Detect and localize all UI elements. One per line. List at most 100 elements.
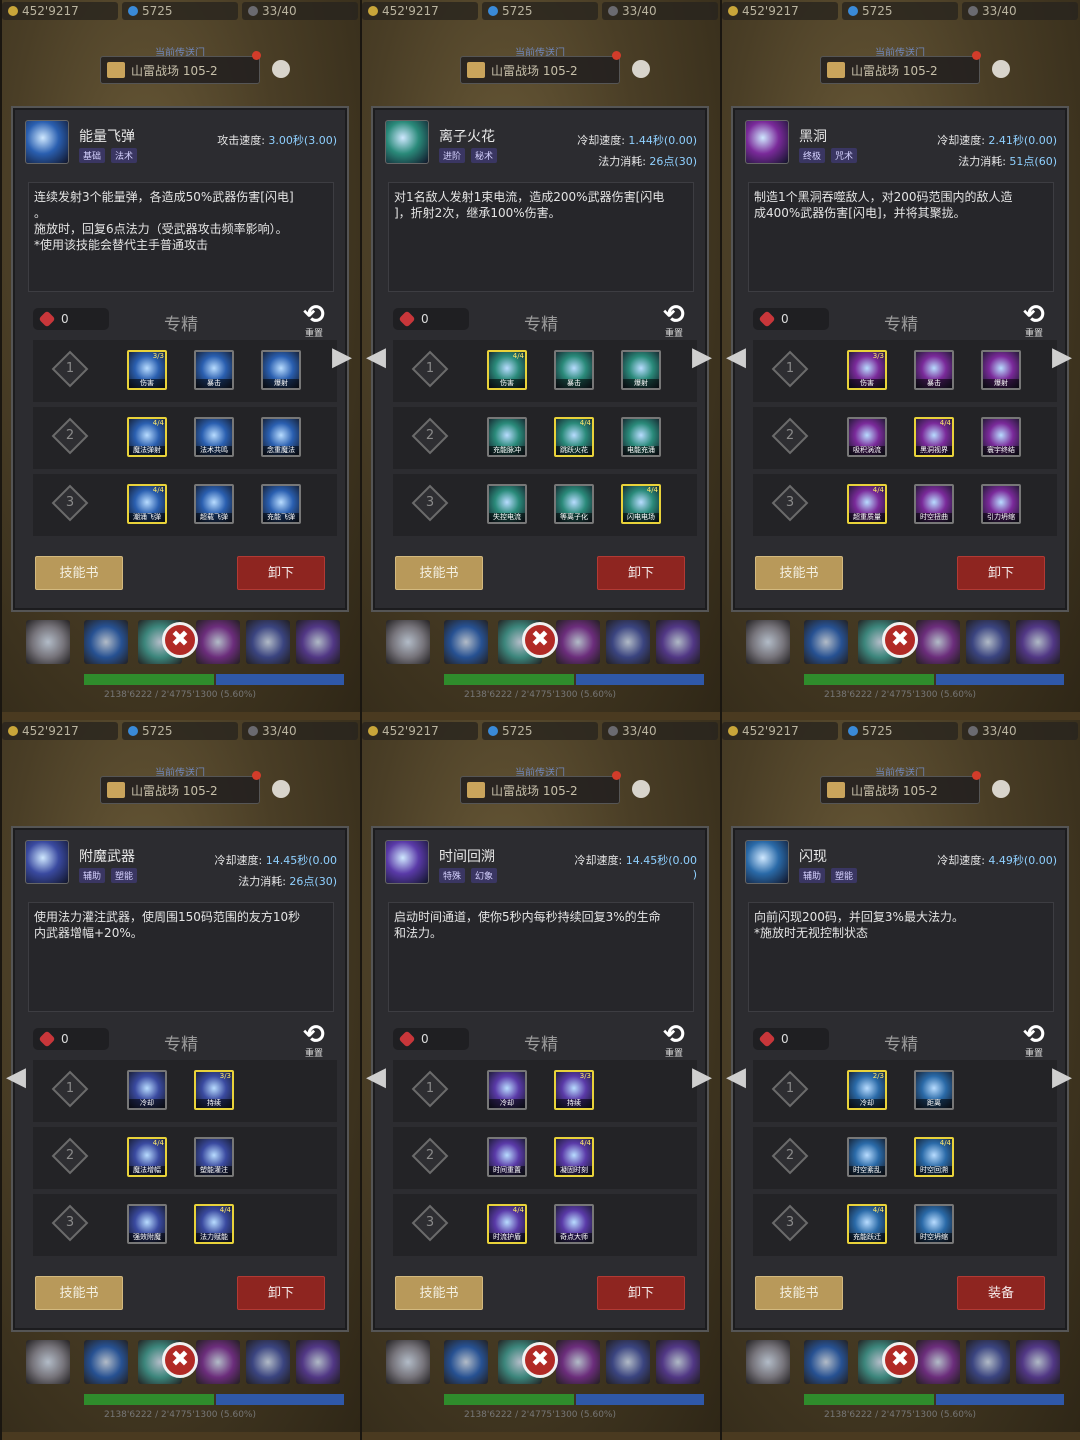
- talent-node[interactable]: 吸积涡流: [847, 417, 887, 457]
- next-skill-arrow-icon[interactable]: ▶: [692, 1062, 712, 1092]
- talent-node[interactable]: 充能飞弹: [261, 484, 301, 524]
- talent-node[interactable]: 充能脉冲: [487, 417, 527, 457]
- talent-node[interactable]: 引力坍缩: [981, 484, 1021, 524]
- skill-action-button[interactable]: 装备: [957, 1276, 1045, 1310]
- reset-button[interactable]: ⟲ 重置: [1019, 302, 1049, 339]
- talent-node[interactable]: 冷却: [487, 1070, 527, 1110]
- hotbar-skill-slot[interactable]: [386, 1340, 430, 1384]
- talent-node[interactable]: 电能充涌: [621, 417, 661, 457]
- talent-node[interactable]: 爆射: [621, 350, 661, 390]
- zone-indicator[interactable]: 当前传送门 山雷战场 105-2: [460, 764, 650, 808]
- reset-button[interactable]: ⟲ 重置: [299, 302, 329, 339]
- hotbar-skill-slot[interactable]: [916, 620, 960, 664]
- talent-node[interactable]: 失控电流: [487, 484, 527, 524]
- hotbar-skill-slot[interactable]: [444, 1340, 488, 1384]
- next-skill-arrow-icon[interactable]: ▶: [1052, 342, 1072, 372]
- zone-name-box[interactable]: 山雷战场 105-2: [460, 771, 621, 804]
- talent-node[interactable]: 4/4 黑洞视界: [914, 417, 954, 457]
- talent-node[interactable]: 法术共鸣: [194, 417, 234, 457]
- talent-node[interactable]: 距离: [914, 1070, 954, 1110]
- hotbar-skill-slot[interactable]: [556, 1340, 600, 1384]
- zone-indicator[interactable]: 当前传送门 山雷战场 105-2: [100, 764, 290, 808]
- hotbar-skill-slot[interactable]: [26, 620, 70, 664]
- skill-book-button[interactable]: 技能书: [755, 1276, 843, 1310]
- hotbar-skill-slot[interactable]: [246, 620, 290, 664]
- reset-button[interactable]: ⟲ 重置: [659, 1022, 689, 1059]
- talent-node[interactable]: 4/4 超重质量: [847, 484, 887, 524]
- skill-book-button[interactable]: 技能书: [35, 556, 123, 590]
- next-skill-arrow-icon[interactable]: ▶: [1052, 1062, 1072, 1092]
- info-icon[interactable]: [992, 60, 1010, 78]
- talent-node[interactable]: 念重魔法: [261, 417, 301, 457]
- hotbar-skill-slot[interactable]: [916, 1340, 960, 1384]
- talent-node[interactable]: 4/4 潮涌飞弹: [127, 484, 167, 524]
- hotbar-skill-slot[interactable]: [966, 1340, 1010, 1384]
- hotbar-skill-slot[interactable]: [606, 620, 650, 664]
- skill-action-button[interactable]: 卸下: [237, 556, 325, 590]
- prev-skill-arrow-icon[interactable]: ◀: [726, 1062, 746, 1092]
- info-icon[interactable]: [632, 60, 650, 78]
- zone-name-box[interactable]: 山雷战场 105-2: [820, 51, 981, 84]
- talent-node[interactable]: 4/4 充能跃迁: [847, 1204, 887, 1244]
- zone-indicator[interactable]: 当前传送门 山雷战场 105-2: [100, 44, 290, 88]
- talent-node[interactable]: 爆射: [981, 350, 1021, 390]
- talent-node[interactable]: 时间重置: [487, 1137, 527, 1177]
- talent-node[interactable]: 4/4 魔法弹射: [127, 417, 167, 457]
- hotbar-skill-slot[interactable]: [966, 620, 1010, 664]
- talent-node[interactable]: 等离子化: [554, 484, 594, 524]
- skill-action-button[interactable]: 卸下: [597, 556, 685, 590]
- talent-node[interactable]: 3/3 伤害: [127, 350, 167, 390]
- talent-node[interactable]: 4/4 伤害: [487, 350, 527, 390]
- hotbar-skill-slot[interactable]: [804, 620, 848, 664]
- talent-node[interactable]: 超载飞弹: [194, 484, 234, 524]
- hotbar-skill-slot[interactable]: [386, 620, 430, 664]
- zone-name-box[interactable]: 山雷战场 105-2: [100, 771, 261, 804]
- talent-node[interactable]: 时空紊乱: [847, 1137, 887, 1177]
- skill-action-button[interactable]: 卸下: [597, 1276, 685, 1310]
- talent-node[interactable]: 强效附魔: [127, 1204, 167, 1244]
- close-icon[interactable]: ✖: [162, 622, 198, 658]
- talent-node[interactable]: 4/4 闪电电场: [621, 484, 661, 524]
- talent-node[interactable]: 冷却: [127, 1070, 167, 1110]
- close-icon[interactable]: ✖: [522, 622, 558, 658]
- zone-indicator[interactable]: 当前传送门 山雷战场 105-2: [460, 44, 650, 88]
- next-skill-arrow-icon[interactable]: ▶: [332, 342, 352, 372]
- hotbar-skill-slot[interactable]: [606, 1340, 650, 1384]
- close-icon[interactable]: ✖: [882, 1342, 918, 1378]
- hotbar-skill-slot[interactable]: [246, 1340, 290, 1384]
- close-icon[interactable]: ✖: [162, 1342, 198, 1378]
- hotbar-skill-slot[interactable]: [1016, 1340, 1060, 1384]
- hotbar-skill-slot[interactable]: [804, 1340, 848, 1384]
- talent-node[interactable]: 4/4 时流护盾: [487, 1204, 527, 1244]
- reset-button[interactable]: ⟲ 重置: [1019, 1022, 1049, 1059]
- talent-node[interactable]: 时空坍缩: [914, 1204, 954, 1244]
- next-skill-arrow-icon[interactable]: ▶: [692, 342, 712, 372]
- info-icon[interactable]: [992, 780, 1010, 798]
- talent-node[interactable]: 暴击: [554, 350, 594, 390]
- zone-indicator[interactable]: 当前传送门 山雷战场 105-2: [820, 764, 1010, 808]
- talent-node[interactable]: 寰宇终结: [981, 417, 1021, 457]
- zone-name-box[interactable]: 山雷战场 105-2: [460, 51, 621, 84]
- hotbar-skill-slot[interactable]: [656, 1340, 700, 1384]
- talent-node[interactable]: 3/3 持续: [554, 1070, 594, 1110]
- info-icon[interactable]: [272, 780, 290, 798]
- hotbar-skill-slot[interactable]: [746, 620, 790, 664]
- skill-action-button[interactable]: 卸下: [237, 1276, 325, 1310]
- prev-skill-arrow-icon[interactable]: ◀: [6, 1062, 26, 1092]
- talent-node[interactable]: 奇点大师: [554, 1204, 594, 1244]
- talent-node[interactable]: 3/3 伤害: [847, 350, 887, 390]
- hotbar-skill-slot[interactable]: [296, 1340, 340, 1384]
- hotbar-skill-slot[interactable]: [26, 1340, 70, 1384]
- info-icon[interactable]: [272, 60, 290, 78]
- zone-name-box[interactable]: 山雷战场 105-2: [100, 51, 261, 84]
- talent-node[interactable]: 4/4 法力赋能: [194, 1204, 234, 1244]
- prev-skill-arrow-icon[interactable]: ◀: [726, 342, 746, 372]
- info-icon[interactable]: [632, 780, 650, 798]
- prev-skill-arrow-icon[interactable]: ◀: [366, 1062, 386, 1092]
- close-icon[interactable]: ✖: [882, 622, 918, 658]
- hotbar-skill-slot[interactable]: [656, 620, 700, 664]
- reset-button[interactable]: ⟲ 重置: [299, 1022, 329, 1059]
- reset-button[interactable]: ⟲ 重置: [659, 302, 689, 339]
- talent-node[interactable]: 4/4 跳跃火花: [554, 417, 594, 457]
- skill-book-button[interactable]: 技能书: [755, 556, 843, 590]
